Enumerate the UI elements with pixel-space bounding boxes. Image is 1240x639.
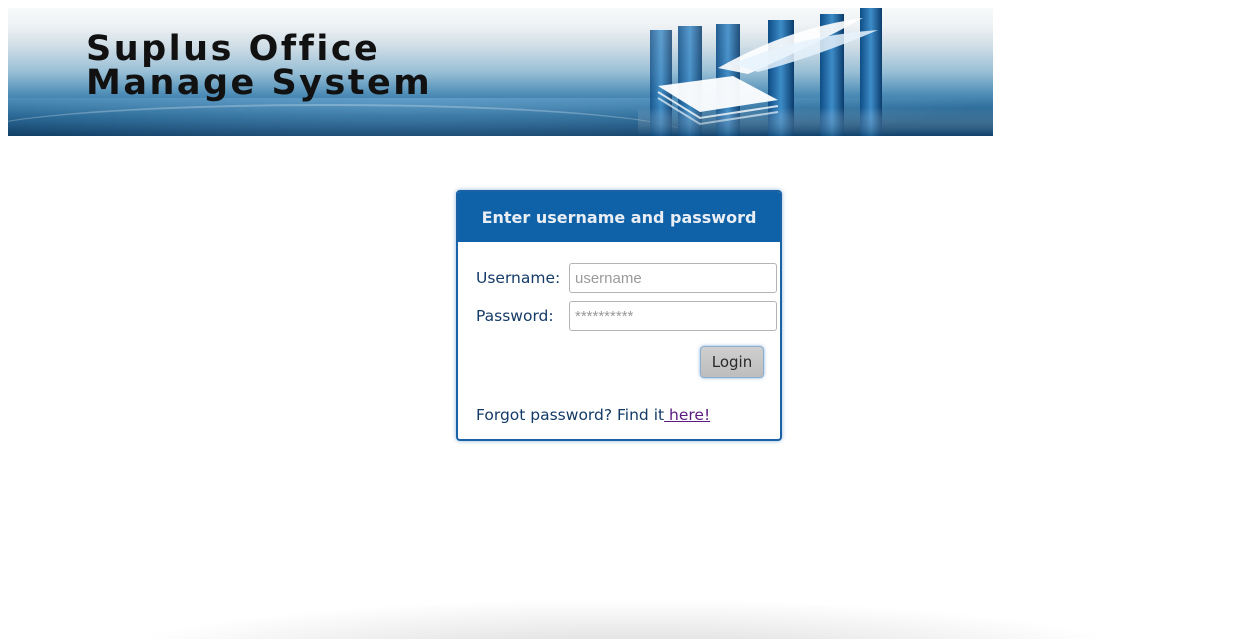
header-banner: Suplus Office Manage System <box>8 8 993 136</box>
forgot-password-link[interactable]: here! <box>664 406 710 424</box>
banner-title-line2: Manage System <box>86 63 433 103</box>
username-row: Username: <box>476 263 777 293</box>
banner-title: Suplus Office Manage System <box>86 29 433 103</box>
username-input[interactable] <box>569 263 777 293</box>
login-header: Enter username and password <box>458 192 780 242</box>
forgot-password-text: Forgot password? Find it here! <box>476 406 710 424</box>
bottom-shadow <box>110 600 1140 639</box>
login-button[interactable]: Login <box>700 346 764 378</box>
login-page: Suplus Office Manage System Enter userna… <box>0 0 1240 639</box>
forgot-password-prefix: Forgot password? Find it <box>476 406 665 424</box>
password-label: Password: <box>476 307 554 325</box>
banner-title-line1: Suplus Office <box>86 29 381 69</box>
username-label: Username: <box>476 269 561 287</box>
password-row: Password: <box>476 301 777 331</box>
buildings-and-papers-icon <box>638 8 993 136</box>
login-form: Enter username and password Username: Pa… <box>456 190 782 441</box>
password-input[interactable] <box>569 301 777 331</box>
